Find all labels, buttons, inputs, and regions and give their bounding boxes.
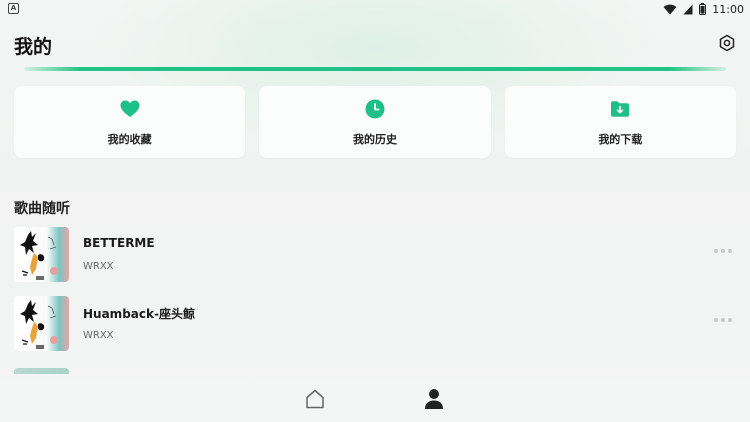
- app-indicator-icon: A: [8, 3, 19, 14]
- status-icons: 11:00: [663, 1, 744, 17]
- song-item[interactable]: Huamback-座头鲸 WRXX: [14, 296, 736, 354]
- song-title: Huamback-座头鲸: [83, 307, 195, 321]
- favorites-card[interactable]: 我的收藏: [14, 86, 246, 158]
- downloads-card[interactable]: 我的下载: [504, 86, 736, 158]
- download-folder-icon: [611, 101, 630, 117]
- status-bar: A 11:00: [0, 0, 750, 18]
- album-cover-partial: [14, 368, 69, 374]
- quick-actions: 我的收藏 我的历史 我的下载: [14, 86, 736, 158]
- song-title: BETTERME: [83, 236, 155, 250]
- accent-divider: [24, 67, 726, 71]
- song-artist: WRXX: [83, 261, 114, 272]
- song-item[interactable]: BETTERME WRXX: [14, 227, 736, 285]
- wifi-icon: [663, 4, 677, 14]
- favorites-label: 我的收藏: [107, 133, 152, 146]
- album-cover: [14, 227, 69, 282]
- heart-icon: [120, 100, 140, 117]
- page-title: 我的: [14, 36, 53, 58]
- clock-icon: [365, 99, 385, 119]
- bottom-navigation: [0, 380, 750, 422]
- history-label: 我的历史: [352, 133, 397, 146]
- album-cover: [14, 296, 69, 351]
- battery-icon: [699, 3, 707, 15]
- home-icon[interactable]: [304, 388, 326, 410]
- section-title: 歌曲随听: [14, 201, 70, 217]
- status-time: 11:00: [712, 2, 744, 16]
- person-icon[interactable]: [423, 387, 445, 411]
- more-options-icon[interactable]: [714, 249, 732, 253]
- history-card[interactable]: 我的历史: [259, 86, 491, 158]
- more-options-icon[interactable]: [714, 318, 732, 322]
- downloads-label: 我的下载: [598, 133, 643, 146]
- settings-icon[interactable]: [718, 34, 736, 52]
- signal-icon: [683, 4, 693, 14]
- song-artist: WRXX: [83, 330, 114, 341]
